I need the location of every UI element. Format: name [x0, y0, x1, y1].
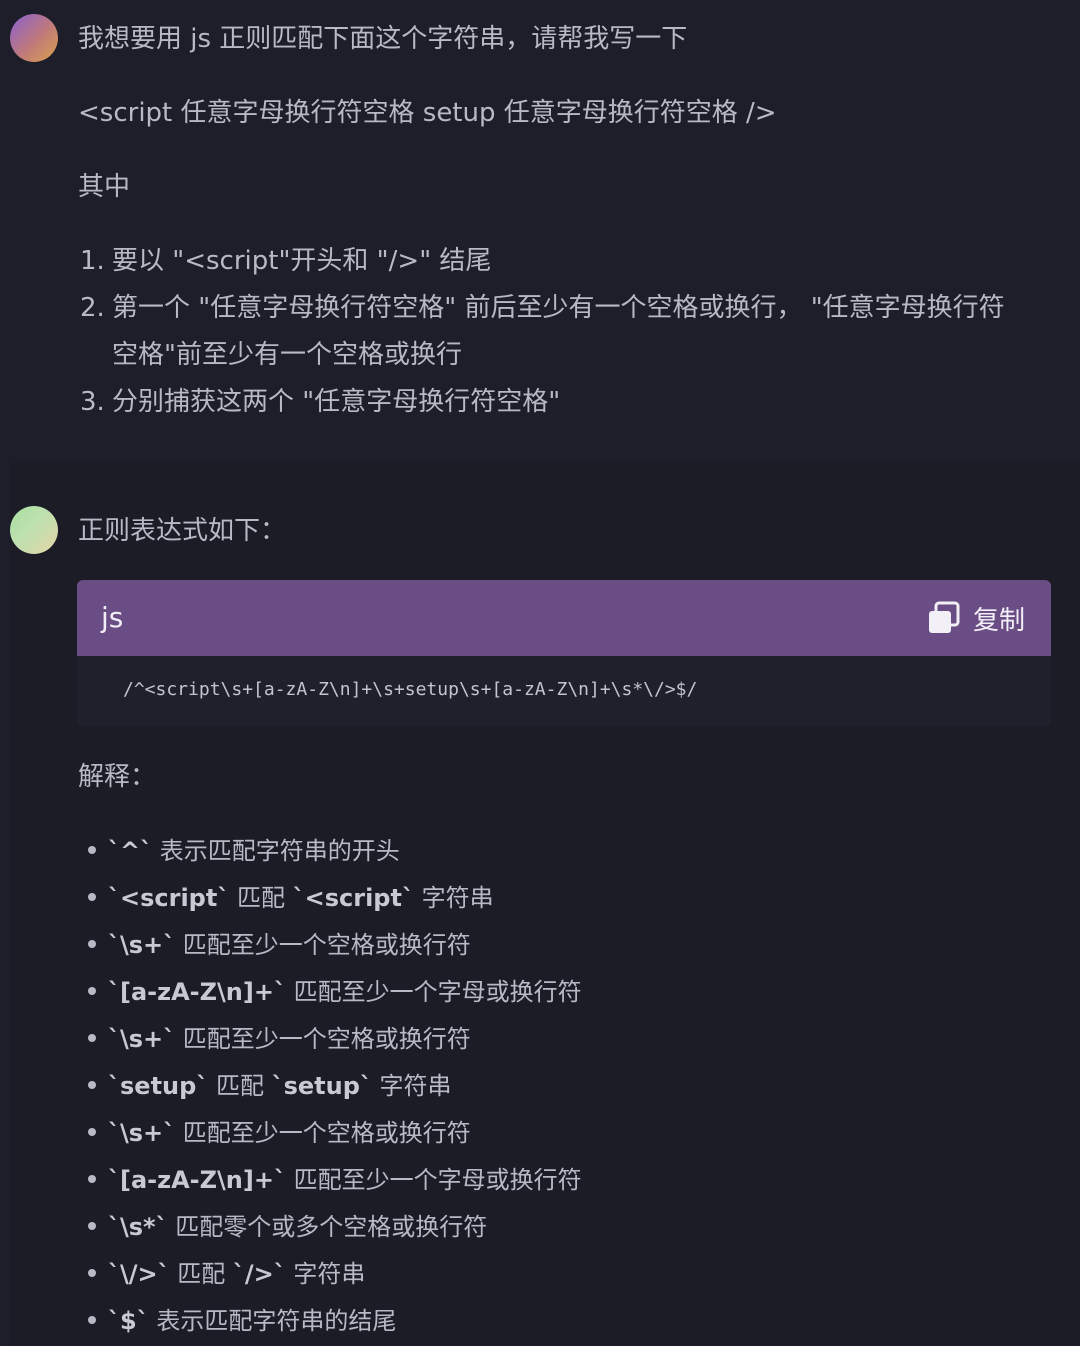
code-content[interactable]: /^<script\s+[a-zA-Z\n]+\s+setup\s+[a-zA-…	[123, 678, 697, 702]
bullet-item: `<script` 匹配 `<script` 字符串	[88, 882, 494, 914]
bullet-item: `\s+` 匹配至少一个空格或换行符	[88, 929, 471, 961]
user-message-line-3: 其中	[78, 172, 131, 202]
copy-icon	[928, 601, 960, 633]
bullet-item: `$` 表示匹配字符串的结尾	[88, 1305, 396, 1337]
list-text: 第一个 "任意字母换行符空格" 前后至少有一个空格或换行， "任意字母换行符	[112, 293, 1005, 323]
bullet-item: `\/>` 匹配 `/>` 字符串	[88, 1258, 365, 1290]
list-text: 分别捕获这两个 "任意字母换行符空格"	[112, 387, 561, 417]
bullet-item: `^` 表示匹配字符串的开头	[88, 835, 400, 867]
code-language-label: js	[101, 601, 124, 634]
assistant-message: 正则表达式如下： js 复制 /^<script\s+[a-zA-Z\n]+\s…	[10, 462, 1080, 1346]
list-number: 3.	[80, 387, 105, 417]
user-message-line-1: 我想要用 js 正则匹配下面这个字符串，请帮我写一下	[78, 24, 688, 54]
user-avatar	[10, 14, 58, 62]
explanation-heading: 解释：	[78, 762, 157, 792]
bullet-item: `[a-zA-Z\n]+` 匹配至少一个字母或换行符	[88, 1164, 582, 1196]
bullet-item: `\s+` 匹配至少一个空格或换行符	[88, 1117, 471, 1149]
assistant-intro: 正则表达式如下：	[78, 516, 287, 546]
list-item-2-continuation: 空格"前至少有一个空格或换行	[112, 340, 462, 370]
user-message-line-2: <script 任意字母换行符空格 setup 任意字母换行符空格 />	[78, 98, 777, 128]
bullet-item: `\s+` 匹配至少一个空格或换行符	[88, 1023, 471, 1055]
code-block: js 复制 /^<script\s+[a-zA-Z\n]+\s+setup\s+…	[77, 580, 1051, 726]
list-item-2: 2. 第一个 "任意字母换行符空格" 前后至少有一个空格或换行， "任意字母换行符	[80, 291, 1005, 325]
code-block-header: js 复制	[77, 580, 1051, 656]
list-text: 要以 "<script"开头和 "/>" 结尾	[112, 246, 492, 276]
list-item-3: 3. 分别捕获这两个 "任意字母换行符空格"	[80, 385, 560, 419]
user-message: 我想要用 js 正则匹配下面这个字符串，请帮我写一下 <script 任意字母换…	[0, 0, 1080, 462]
copy-button[interactable]: 复制	[927, 600, 1025, 636]
bullet-item: `\s*` 匹配零个或多个空格或换行符	[88, 1211, 487, 1243]
bullet-item: `setup` 匹配 `setup` 字符串	[88, 1070, 452, 1102]
list-number: 1.	[80, 246, 105, 276]
list-item-1: 1. 要以 "<script"开头和 "/>" 结尾	[80, 244, 491, 278]
assistant-avatar	[10, 506, 58, 554]
list-number: 2.	[80, 293, 105, 323]
copy-label: 复制	[972, 605, 1025, 636]
bullet-item: `[a-zA-Z\n]+` 匹配至少一个字母或换行符	[88, 976, 582, 1008]
